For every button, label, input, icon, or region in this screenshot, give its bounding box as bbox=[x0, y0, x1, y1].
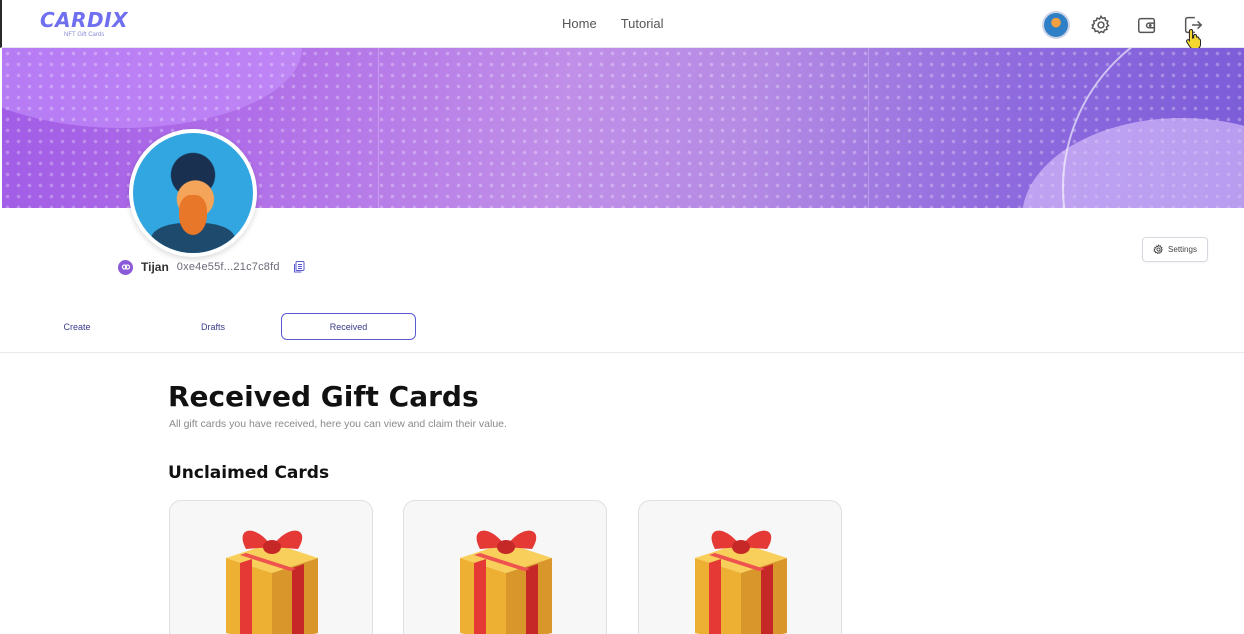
nav-icons bbox=[1042, 10, 1208, 40]
banner-divider bbox=[378, 48, 379, 208]
avatar-beard bbox=[179, 195, 207, 235]
gift-card[interactable] bbox=[638, 500, 842, 634]
logo-tagline: NFT Gift Cards bbox=[64, 32, 105, 38]
tab-bar: Create Drafts Received bbox=[0, 313, 1244, 353]
tab-create[interactable]: Create bbox=[40, 313, 114, 340]
gift-card[interactable] bbox=[403, 500, 607, 634]
section-title: Unclaimed Cards bbox=[168, 463, 330, 483]
page-subtitle: All gift cards you have received, here y… bbox=[169, 418, 507, 430]
chain-icon bbox=[118, 259, 133, 275]
tab-drafts[interactable]: Drafts bbox=[176, 313, 250, 340]
gift-box-icon bbox=[226, 530, 318, 634]
user-name: Tijan bbox=[141, 260, 169, 274]
top-navbar: CARDIX NFT Gift Cards Home Tutorial bbox=[0, 0, 1244, 48]
user-avatar[interactable] bbox=[1042, 11, 1070, 39]
page-title: Received Gift Cards bbox=[168, 380, 479, 413]
settings-button[interactable]: Settings bbox=[1142, 237, 1208, 262]
wallet-icon[interactable] bbox=[1132, 10, 1162, 40]
user-info: Tijan 0xe4e55f...21c7c8fd bbox=[118, 258, 306, 276]
nav-link-tutorial[interactable]: Tutorial bbox=[621, 16, 664, 31]
profile-avatar bbox=[129, 129, 257, 257]
settings-label: Settings bbox=[1168, 245, 1197, 254]
gift-box-icon bbox=[695, 530, 787, 634]
avatar-illustration bbox=[133, 133, 253, 253]
copy-icon[interactable] bbox=[292, 260, 306, 274]
nav-links: Home Tutorial bbox=[562, 16, 664, 31]
banner-divider bbox=[868, 48, 869, 208]
gear-icon[interactable] bbox=[1086, 10, 1116, 40]
hand-cursor-icon bbox=[1186, 28, 1201, 50]
gift-box-icon bbox=[460, 530, 552, 634]
tab-received[interactable]: Received bbox=[281, 313, 416, 340]
wallet-address: 0xe4e55f...21c7c8fd bbox=[176, 261, 280, 273]
gear-icon bbox=[1153, 244, 1163, 255]
nav-link-home[interactable]: Home bbox=[562, 16, 597, 31]
cardix-logo[interactable]: CARDIX NFT Gift Cards bbox=[40, 8, 130, 42]
gift-card[interactable] bbox=[169, 500, 373, 634]
logo-text: CARDIX bbox=[40, 8, 129, 32]
